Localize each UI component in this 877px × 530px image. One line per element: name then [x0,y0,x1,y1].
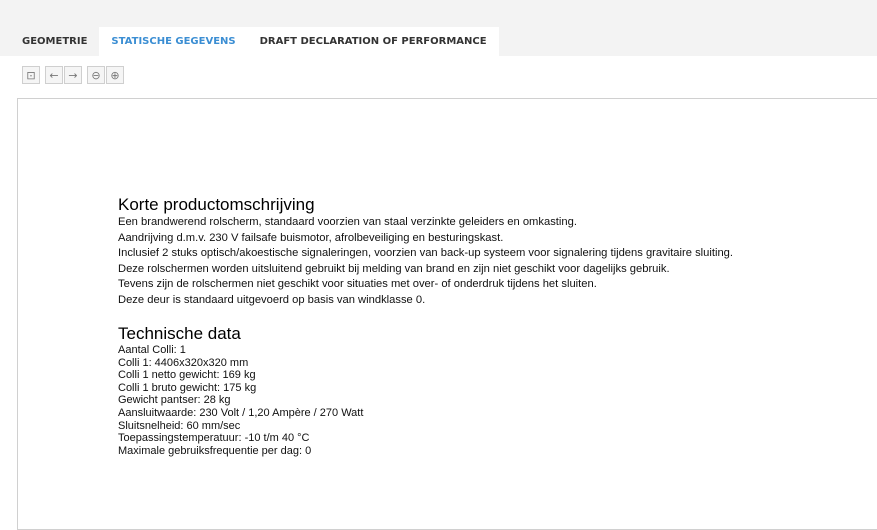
description-line: Deze deur is standaard uitgevoerd op bas… [118,293,426,306]
description-line: Tevens zijn de rolschermen niet geschikt… [118,278,597,290]
description-line: Inclusief 2 stuks optisch/akoestische si… [118,247,734,259]
viewer-toolbar: ⊡ ← → ⊖ ⊕ [22,66,125,84]
back-button[interactable]: ← [45,66,63,84]
tech-data-line: Colli 1: 4406x320x320 mm [118,356,249,369]
description-title: Korte productomschrijving [118,195,315,214]
tech-data-line: Maximale gebruiksfrequentie per dag: 0 [118,444,312,457]
save-icon: ⊡ [26,68,36,82]
document-content: Korte productomschrijving Een brandweren… [118,195,877,457]
zoom-out-icon: ⊖ [91,68,101,82]
forward-button[interactable]: → [64,66,82,84]
tabs: GEOMETRIE STATISCHE GEGEVENS DRAFT DECLA… [10,27,499,56]
tech-data-line: Aansluitwaarde: 230 Volt / 1,20 Ampère /… [118,406,364,419]
back-arrow-icon: ← [49,68,59,82]
tab-draft-declaration-of-performance[interactable]: DRAFT DECLARATION OF PERFORMANCE [247,27,499,56]
zoom-in-icon: ⊕ [110,68,120,82]
zoom-in-button[interactable]: ⊕ [106,66,124,84]
tech-data-title: Technische data [118,324,241,343]
tech-data-line: Sluitsnelheid: 60 mm/sec [118,419,241,432]
tech-data-line: Colli 1 bruto gewicht: 175 kg [118,381,257,394]
description-line: Aandrijving d.m.v. 230 V failsafe buismo… [118,231,504,244]
tech-data-line: Toepassingstemperatuur: -10 t/m 40 °C [118,432,310,445]
tab-bar: GEOMETRIE STATISCHE GEGEVENS DRAFT DECLA… [0,0,877,56]
tab-geometrie[interactable]: GEOMETRIE [10,27,100,56]
zoom-out-button[interactable]: ⊖ [87,66,105,84]
tech-data-line: Aantal Colli: 1 [118,344,186,356]
save-button[interactable]: ⊡ [22,66,40,84]
forward-arrow-icon: → [68,68,78,82]
description-line: Deze rolschermen worden uitsluitend gebr… [118,262,670,275]
description-line: Een brandwerend rolscherm, standaard voo… [118,216,577,228]
tab-statische-gegevens[interactable]: STATISCHE GEGEVENS [99,27,248,56]
tech-data-line: Colli 1 netto gewicht: 169 kg [118,369,256,382]
tech-data-line: Gewicht pantser: 28 kg [118,394,231,407]
document-viewer[interactable]: Korte productomschrijving Een brandweren… [17,98,877,530]
